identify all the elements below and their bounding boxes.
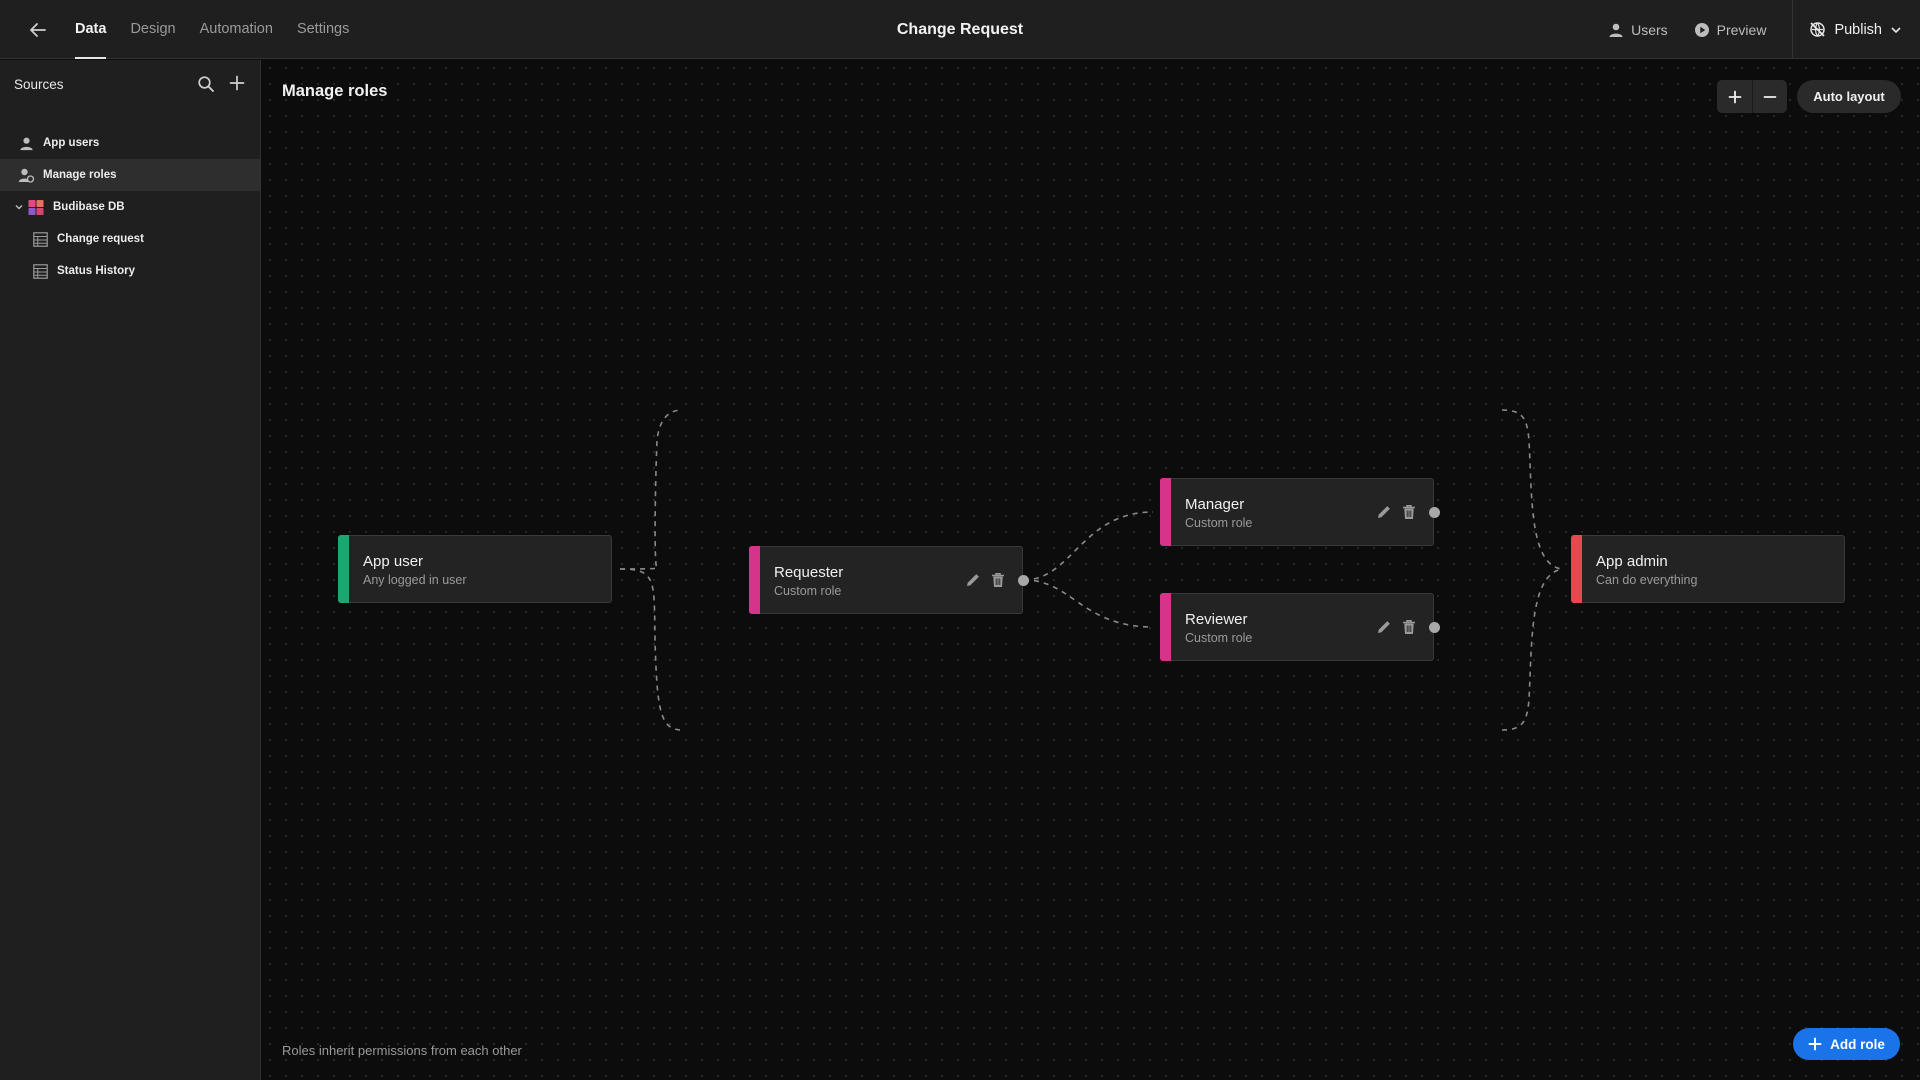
roles-canvas[interactable]: Manage roles Auto layout App user Any lo… [262, 60, 1920, 1080]
role-color-bar [1160, 478, 1171, 546]
edit-role-button[interactable] [1375, 618, 1393, 636]
edge-upper-app-admin [1501, 409, 1563, 570]
play-circle-icon [1694, 22, 1709, 37]
tab-automation[interactable]: Automation [200, 0, 273, 59]
role-description: Any logged in user [363, 573, 467, 587]
add-source-button[interactable] [228, 74, 246, 92]
users-label: Users [1631, 21, 1668, 38]
chevron-down-icon[interactable] [14, 202, 24, 212]
table-icon [32, 231, 48, 247]
sidebar-item-change-request[interactable]: Change request [0, 223, 260, 255]
preview-label: Preview [1716, 21, 1767, 38]
plus-icon [229, 75, 245, 91]
pencil-icon [1378, 506, 1390, 518]
edge-app-user-requester [619, 409, 683, 570]
role-name: Reviewer [1185, 611, 1248, 628]
sidebar-item-label: App users [43, 137, 100, 149]
role-node-app-admin[interactable]: App admin Can do everything [1571, 535, 1845, 603]
add-role-label: Add role [1830, 1036, 1885, 1052]
role-node-app-user[interactable]: App user Any logged in user [338, 535, 612, 603]
back-button[interactable] [24, 16, 52, 44]
role-node-requester[interactable]: Requester Custom role [749, 546, 1029, 614]
edit-role-button[interactable] [964, 571, 982, 589]
connection-handle[interactable] [1429, 507, 1440, 518]
delete-role-button[interactable] [1400, 503, 1418, 521]
pencil-icon [967, 574, 979, 586]
sidebar-item-label: Manage roles [43, 169, 117, 181]
pencil-icon [1378, 621, 1390, 633]
delete-role-button[interactable] [1400, 618, 1418, 636]
users-button[interactable]: Users [1608, 22, 1668, 38]
role-color-bar [1160, 593, 1171, 661]
publish-label: Publish [1834, 21, 1882, 38]
role-color-bar [338, 535, 349, 603]
role-description: Custom role [1185, 631, 1253, 645]
delete-role-button[interactable] [989, 571, 1007, 589]
edge-app-user-requester-lower [619, 568, 683, 731]
chevron-down-icon [1891, 26, 1901, 33]
trash-icon [992, 573, 1004, 587]
search-icon [198, 76, 214, 92]
nav-tabs: Data Design Automation Settings [75, 0, 373, 59]
role-node-reviewer[interactable]: Reviewer Custom role [1160, 593, 1440, 661]
user-icon [18, 135, 34, 151]
edge-requester-reviewer [1023, 579, 1154, 628]
connection-handle[interactable] [1429, 622, 1440, 633]
connection-handle[interactable] [1018, 575, 1029, 586]
sidebar-item-label: Budibase DB [53, 201, 125, 213]
inheritance-hint: Roles inherit permissions from each othe… [282, 1043, 522, 1058]
trash-icon [1403, 505, 1415, 519]
role-name: Manager [1185, 496, 1245, 513]
sidebar-item-status-history[interactable]: Status History [0, 255, 260, 287]
top-actions: Users Preview Publish [1608, 0, 1920, 59]
role-name: Requester [774, 564, 844, 581]
budibase-db-logo [28, 199, 44, 215]
add-role-button[interactable]: Add role [1793, 1028, 1900, 1060]
arrow-left-icon [30, 23, 46, 37]
role-node-manager[interactable]: Manager Custom role [1160, 478, 1440, 546]
search-button[interactable] [197, 75, 215, 93]
role-description: Custom role [1185, 516, 1253, 530]
sidebar-item-manage-roles[interactable]: Manage roles [0, 159, 260, 191]
sidebar-item-app-users[interactable]: App users [0, 127, 260, 159]
edit-role-button[interactable] [1375, 503, 1393, 521]
sidebar-header: Sources [0, 60, 260, 108]
sidebar-item-budibase-db[interactable]: Budibase DB [0, 191, 260, 223]
globe-off-icon [1810, 22, 1826, 37]
sidebar-item-label: Status History [57, 265, 135, 277]
tab-settings[interactable]: Settings [297, 0, 349, 59]
tab-data[interactable]: Data [75, 0, 107, 59]
role-description: Custom role [774, 584, 842, 598]
top-bar: Data Design Automation Settings Change R… [0, 0, 1920, 59]
role-color-bar [1571, 535, 1582, 603]
sidebar-title: Sources [14, 77, 64, 92]
tab-design[interactable]: Design [130, 0, 175, 59]
user-roles-icon [18, 167, 34, 183]
trash-icon [1403, 620, 1415, 634]
user-icon [1609, 23, 1623, 37]
role-name: App user [363, 553, 424, 570]
preview-button[interactable]: Preview [1694, 21, 1767, 38]
plus-icon [1808, 1037, 1822, 1051]
sidebar-item-label: Change request [57, 233, 144, 245]
sources-sidebar: Sources App users Manage roles Budibase … [0, 60, 261, 1080]
role-color-bar [749, 546, 760, 614]
publish-button[interactable]: Publish [1792, 0, 1920, 59]
table-icon [32, 263, 48, 279]
edge-requester-manager [1023, 511, 1154, 581]
role-description: Can do everything [1596, 573, 1698, 587]
edge-lower-app-admin [1501, 568, 1563, 731]
role-name: App admin [1596, 553, 1668, 570]
